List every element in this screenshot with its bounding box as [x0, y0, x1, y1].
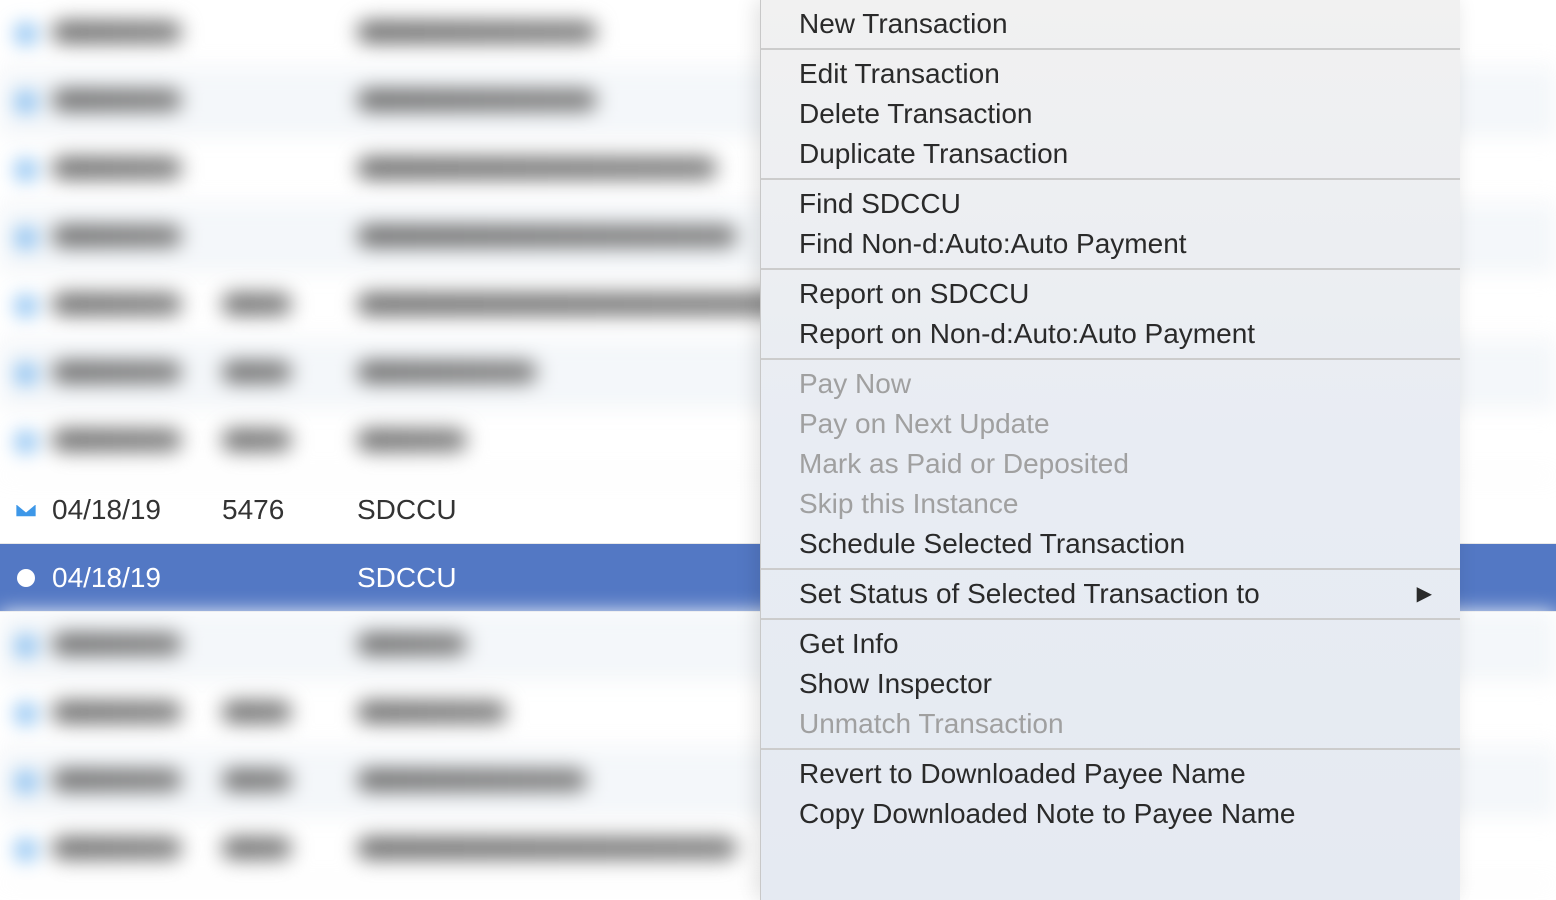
dot-icon — [14, 22, 38, 46]
menu-item-label: Report on Non-d:Auto:Auto Payment — [799, 316, 1255, 352]
menu-item-label: New Transaction — [799, 6, 1008, 42]
menu-group: Find SDCCU Find Non-d:Auto:Auto Payment — [761, 180, 1460, 270]
menu-item[interactable]: Duplicate Transaction — [761, 134, 1460, 174]
envelope-icon — [14, 498, 38, 522]
menu-group: Revert to Downloaded Payee Name Copy Down… — [761, 750, 1460, 838]
menu-item[interactable]: Revert to Downloaded Payee Name — [761, 754, 1460, 794]
menu-item-label: Duplicate Transaction — [799, 136, 1068, 172]
transaction-date: 04/18/19 — [52, 494, 222, 526]
menu-item-label: Edit Transaction — [799, 56, 1000, 92]
menu-item: Unmatch Transaction — [761, 704, 1460, 744]
menu-item-label: Show Inspector — [799, 666, 992, 702]
dot-icon — [14, 770, 38, 794]
menu-item-label: Report on SDCCU — [799, 276, 1029, 312]
menu-item[interactable]: Edit Transaction — [761, 54, 1460, 94]
dot-icon — [14, 294, 38, 318]
menu-item: Mark as Paid or Deposited — [761, 444, 1460, 484]
menu-group: Report on SDCCU Report on Non-d:Auto:Auto… — [761, 270, 1460, 360]
menu-item-label: Pay Now — [799, 366, 911, 402]
dot-icon — [14, 634, 38, 658]
transaction-date: 04/18/19 — [52, 562, 222, 594]
menu-item-label: Skip this Instance — [799, 486, 1018, 522]
menu-item[interactable]: Report on SDCCU — [761, 274, 1460, 314]
dot-icon — [14, 702, 38, 726]
menu-item[interactable]: New Transaction — [761, 4, 1460, 44]
dot-icon — [14, 430, 38, 454]
menu-item[interactable]: Copy Downloaded Note to Payee Name — [761, 794, 1460, 834]
dot-icon — [14, 838, 38, 862]
menu-item-label: Unmatch Transaction — [799, 706, 1064, 742]
dot-icon — [14, 362, 38, 386]
menu-item[interactable]: Report on Non-d:Auto:Auto Payment — [761, 314, 1460, 354]
menu-item-label: Schedule Selected Transaction — [799, 526, 1185, 562]
menu-item-label: Get Info — [799, 626, 899, 662]
menu-item: Skip this Instance — [761, 484, 1460, 524]
menu-group: New Transaction — [761, 0, 1460, 50]
menu-group: Set Status of Selected Transaction to ▶ — [761, 570, 1460, 620]
menu-item-label: Find Non-d:Auto:Auto Payment — [799, 226, 1187, 262]
menu-group: Pay Now Pay on Next Update Mark as Paid or… — [761, 360, 1460, 570]
dot-icon — [14, 566, 38, 590]
menu-item-label: Pay on Next Update — [799, 406, 1050, 442]
menu-item[interactable]: Find SDCCU — [761, 184, 1460, 224]
dot-icon — [14, 226, 38, 250]
menu-item[interactable]: Get Info — [761, 624, 1460, 664]
menu-item-label: Revert to Downloaded Payee Name — [799, 756, 1246, 792]
menu-item-label: Set Status of Selected Transaction to — [799, 576, 1260, 612]
dot-icon — [14, 90, 38, 114]
context-menu: New Transaction Edit Transaction Delete Tr… — [760, 0, 1460, 900]
menu-item[interactable]: Find Non-d:Auto:Auto Payment — [761, 224, 1460, 264]
menu-group: Get Info Show Inspector Unmatch Transactio… — [761, 620, 1460, 750]
menu-item[interactable]: Show Inspector — [761, 664, 1460, 704]
menu-item[interactable]: Delete Transaction — [761, 94, 1460, 134]
menu-item: Pay Now — [761, 364, 1460, 404]
menu-item[interactable]: Schedule Selected Transaction — [761, 524, 1460, 564]
menu-item-label: Copy Downloaded Note to Payee Name — [799, 796, 1296, 832]
menu-item-label: Mark as Paid or Deposited — [799, 446, 1129, 482]
dot-icon — [14, 158, 38, 182]
menu-group: Edit Transaction Delete Transaction Duplic… — [761, 50, 1460, 180]
transaction-number: 5476 — [222, 494, 357, 526]
menu-item-label: Delete Transaction — [799, 96, 1032, 132]
chevron-right-icon: ▶ — [1417, 576, 1432, 612]
menu-item: Pay on Next Update — [761, 404, 1460, 444]
menu-item[interactable]: Set Status of Selected Transaction to ▶ — [761, 574, 1460, 614]
menu-item-label: Find SDCCU — [799, 186, 961, 222]
